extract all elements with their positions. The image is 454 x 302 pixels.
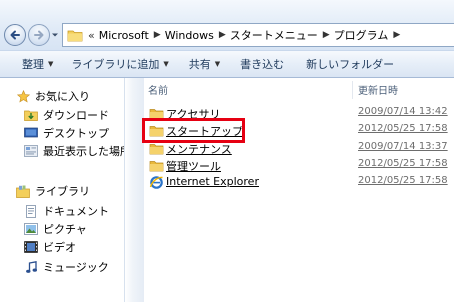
music-icon [24, 260, 38, 274]
nav-recent-places-label: 最近表示した場所 [43, 145, 124, 158]
forward-arrow-icon [34, 30, 44, 40]
file-row[interactable]: Internet Explorer 2012/05/25 17:58 [144, 174, 454, 191]
nav-pictures-label: ピクチャ [43, 223, 87, 236]
dropdown-arrow-icon: ▼ [48, 60, 54, 68]
pictures-icon [24, 222, 38, 236]
nav-downloads[interactable]: ダウンロード [24, 106, 109, 124]
nav-libraries-label: ライブラリ [35, 185, 90, 198]
breadcrumb-separator-icon[interactable]: ▶ [323, 30, 330, 40]
address-bar: « Microsoft ▶ Windows ▶ スタートメニュー ▶ プログラム… [0, 0, 454, 50]
folder-icon [149, 126, 164, 137]
command-bar: 整理 ▼ ライブラリに追加 ▼ 共有 ▼ 書き込む 新しいフォルダー [0, 50, 454, 78]
file-row[interactable]: メンテナンス 2009/07/14 13:37 [144, 140, 454, 157]
file-date: 2012/05/25 17:58 [358, 158, 448, 169]
pane-splitter[interactable] [124, 78, 144, 302]
share-label: 共有 [188, 58, 211, 71]
library-icon [16, 184, 30, 198]
file-row[interactable]: アクセサリ 2009/07/14 13:42 [144, 105, 454, 122]
nav-recent-places[interactable]: 最近表示した場所 [24, 142, 124, 160]
nav-pictures[interactable]: ピクチャ [24, 220, 87, 238]
new-folder-button[interactable]: 新しいフォルダー [302, 53, 398, 75]
breadcrumb-windows[interactable]: Windows [165, 29, 214, 42]
back-arrow-icon [10, 30, 20, 40]
new-folder-label: 新しいフォルダー [306, 58, 395, 71]
nav-music-label: ミュージック [43, 261, 109, 274]
breadcrumb-microsoft[interactable]: Microsoft [99, 29, 149, 42]
breadcrumb-separator-icon[interactable]: ▶ [219, 30, 226, 40]
dropdown-arrow-icon: ▼ [163, 60, 169, 68]
desktop-icon [24, 126, 38, 140]
file-name: アクセサリ [166, 108, 221, 121]
file-name: 管理ツール [166, 160, 221, 173]
file-row[interactable]: スタートアップ 2012/05/25 17:58 [144, 122, 454, 139]
nav-music[interactable]: ミュージック [24, 258, 109, 276]
internet-explorer-icon [149, 176, 163, 189]
breadcrumb-separator-icon[interactable]: ▶ [393, 30, 400, 40]
nav-desktop[interactable]: デスクトップ [24, 124, 109, 142]
nav-favorites[interactable]: お気に入り [16, 87, 90, 105]
organize-button[interactable]: 整理 ▼ [18, 53, 57, 75]
file-name: スタートアップ [166, 125, 243, 138]
column-divider[interactable] [352, 81, 353, 99]
burn-label: 書き込む [240, 58, 285, 71]
folder-icon [149, 109, 164, 120]
file-list: 名前 更新日時 アクセサリ 2009/07/14 13:42 スタートアップ 2… [144, 78, 454, 302]
folder-icon [149, 161, 164, 172]
file-date: 2009/07/14 13:37 [358, 141, 448, 152]
nav-desktop-label: デスクトップ [43, 127, 109, 140]
breadcrumb-separator-icon[interactable]: ▶ [154, 30, 161, 40]
nav-libraries[interactable]: ライブラリ [16, 182, 90, 200]
file-date: 2012/05/25 17:58 [358, 123, 448, 134]
documents-icon [24, 204, 38, 218]
nav-documents-label: ドキュメント [43, 205, 109, 218]
history-dropdown-icon[interactable] [50, 30, 60, 40]
file-date: 2009/07/14 13:42 [358, 106, 448, 117]
nav-videos[interactable]: ビデオ [24, 238, 76, 256]
share-button[interactable]: 共有 ▼ [185, 53, 224, 75]
nav-documents[interactable]: ドキュメント [24, 202, 109, 220]
dropdown-arrow-icon: ▼ [214, 60, 221, 68]
forward-button[interactable] [28, 24, 50, 46]
breadcrumb[interactable]: « Microsoft ▶ Windows ▶ スタートメニュー ▶ プログラム… [62, 23, 454, 47]
downloads-folder-icon [24, 108, 38, 122]
file-row[interactable]: 管理ツール 2012/05/25 17:58 [144, 157, 454, 174]
column-header-name[interactable]: 名前 [148, 82, 168, 98]
folder-icon [67, 30, 83, 42]
videos-icon [24, 240, 38, 254]
file-name: Internet Explorer [166, 175, 259, 188]
breadcrumb-start-menu[interactable]: スタートメニュー [230, 27, 318, 43]
overflow-chevron-icon[interactable]: « [88, 29, 95, 42]
burn-button[interactable]: 書き込む [236, 53, 288, 75]
file-name: メンテナンス [166, 143, 232, 156]
recent-places-icon [24, 144, 38, 158]
nav-videos-label: ビデオ [43, 241, 76, 254]
organize-label: 整理 [22, 58, 44, 71]
file-date: 2012/05/25 17:58 [358, 175, 448, 186]
nav-favorites-label: お気に入り [35, 90, 90, 103]
breadcrumb-programs[interactable]: プログラム [334, 27, 389, 43]
navigation-pane: お気に入り ダウンロード デスクトップ 最近表示した場所 ライブラリ ドキュメン… [0, 78, 124, 302]
nav-downloads-label: ダウンロード [43, 109, 109, 122]
column-header-date[interactable]: 更新日時 [358, 82, 398, 98]
add-to-library-label: ライブラリに追加 [71, 58, 160, 71]
star-icon [16, 89, 30, 103]
back-button[interactable] [4, 24, 26, 46]
add-to-library-button[interactable]: ライブラリに追加 ▼ [67, 53, 172, 75]
folder-icon [149, 144, 164, 155]
